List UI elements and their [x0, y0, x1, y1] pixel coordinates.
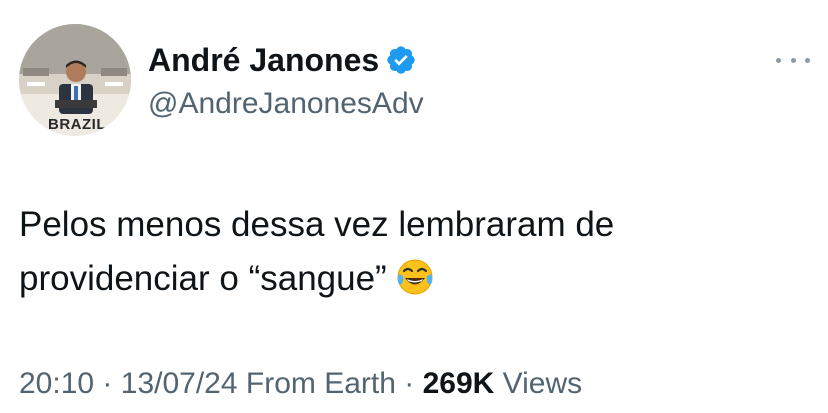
tweet-text: Pelos menos dessa vez lembraram de provi… — [19, 198, 809, 306]
tweet-date[interactable]: 13/07/24 — [121, 367, 238, 400]
avatar[interactable]: BRAZIL — [19, 24, 131, 136]
display-name[interactable]: André Janones — [148, 38, 379, 82]
tweet-text-line-2: providenciar o “sangue” — [19, 252, 809, 306]
author-name-row[interactable]: André Janones — [148, 38, 417, 82]
more-dot — [805, 57, 810, 63]
author-handle[interactable]: @AndreJanonesAdv — [148, 84, 424, 124]
face-with-tears-of-joy-icon — [395, 257, 435, 297]
more-dot — [790, 57, 796, 63]
meta-separator: · — [404, 367, 415, 400]
tweet-meta: 20:10 · 13/07/24 From Earth · 269K Views — [19, 362, 582, 406]
views-count[interactable]: 269K — [423, 367, 495, 400]
tweet-text-line-2-text: providenciar o “sangue” — [19, 259, 387, 298]
avatar-caption: BRAZIL — [48, 116, 106, 133]
verified-badge-icon[interactable] — [385, 44, 417, 76]
tweet-card: BRAZIL André Janones @AndreJanonesAdv Pe… — [0, 0, 828, 413]
views-label[interactable]: Views — [503, 367, 582, 400]
tweet-source: From Earth — [245, 367, 396, 400]
tweet-time[interactable]: 20:10 — [19, 367, 94, 400]
more-dot — [776, 57, 781, 63]
meta-separator: · — [102, 367, 113, 400]
tweet-text-line-1: Pelos menos dessa vez lembraram de — [19, 205, 615, 244]
more-horizontal-icon[interactable] — [776, 50, 810, 70]
